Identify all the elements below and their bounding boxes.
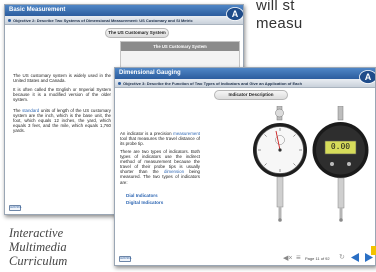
window-titlebar: Dimensional Gauging [115,68,375,79]
dial-indicators-link[interactable]: Dial Indicators [126,193,158,198]
objective-bullet-icon [8,19,11,22]
objective-bullet-icon [118,82,121,85]
objective-bar: Objective 3: Describe the Function of Tw… [115,79,375,88]
background-heading: will st measu [256,0,303,33]
dimensional-gauging-window: Dimensional Gauging Objective 3: Describ… [114,67,376,266]
paragraph-2-start: There are two types of indicators. Both … [120,149,200,175]
warning-tab [371,246,376,255]
refresh-icon[interactable]: ↻ [339,253,345,261]
caption: Interactive Multimedia Curriculum [9,226,67,268]
a-logo-icon: A [359,70,375,84]
table-header: The US Customary System [121,42,239,51]
window-titlebar: Basic Measurement [5,5,243,16]
objective-bar: Objective 2: Describe Two Systems of Dim… [5,16,243,25]
paragraph-1-end: tool that measures the travel distance o… [120,136,200,147]
svg-text:A: A [232,9,239,19]
paragraph-3: The standard units of length of the US c… [13,108,111,133]
caption-line-2: Multimedia [9,240,67,254]
paragraph-1: The US customary system is widely used i… [13,73,111,84]
dial-indicator-image [253,106,307,222]
digital-indicators-link[interactable]: Digital Indicators [126,200,163,205]
menu-icon[interactable]: ≡ [296,253,301,262]
background-line-2: measu [256,15,303,32]
prev-arrow-icon[interactable] [350,252,361,263]
background-line-1: will st [256,0,295,14]
paragraph-1: An indicator is a precision measurement … [120,131,200,146]
section-title: The US Customary System [105,28,169,38]
paragraph-2: It is often called the English or Imperi… [13,87,111,103]
objective-text: Objective 2: Describe Two Systems of Dim… [13,18,193,23]
amatrol-footer-logo: AMATROL [119,256,132,262]
page-indicator: Page 11 of 92 [305,256,330,261]
svg-text:A: A [365,72,372,82]
a-logo-icon: A [226,7,243,21]
caption-line-1: Interactive [9,226,64,240]
volume-icon[interactable]: ◀× [283,254,292,262]
paragraph-2: There are two types of indicators. Both … [120,149,200,185]
caption-line-3: Curriculum [9,254,68,268]
digital-indicator-image [312,106,369,222]
amatrol-footer-logo: AMATROL [9,205,22,211]
digital-reading: 0.00 [330,142,351,151]
section-title: Indicator Description [214,90,288,100]
objective-text: Objective 3: Describe the Function of Tw… [123,81,303,86]
